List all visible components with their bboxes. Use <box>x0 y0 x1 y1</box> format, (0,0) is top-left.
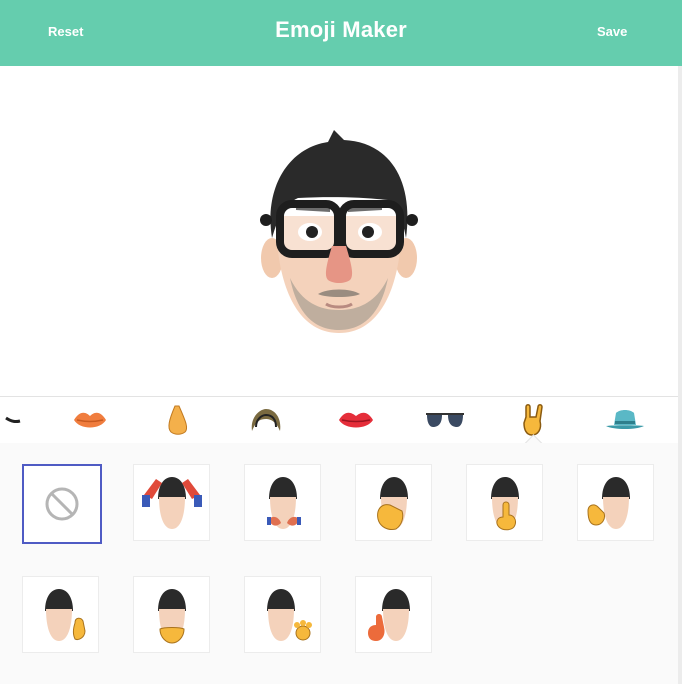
app-header: Reset Emoji Maker Save <box>0 0 682 66</box>
app-title: Emoji Maker <box>275 17 407 42</box>
option-chin-hand[interactable] <box>133 576 210 653</box>
option-wave-paw[interactable] <box>244 576 321 653</box>
option-facepalm[interactable] <box>355 464 432 541</box>
shush-finger-icon <box>491 477 519 531</box>
lips-icon <box>74 412 106 428</box>
category-lipstick[interactable] <box>332 397 380 443</box>
category-glasses[interactable] <box>420 397 470 443</box>
category-hats[interactable] <box>598 397 652 443</box>
option-finger-guns[interactable] <box>244 464 321 541</box>
facepalm-icon <box>377 477 408 530</box>
prohibited-icon <box>45 487 79 521</box>
category-nose[interactable] <box>154 397 202 443</box>
paw-hand-icon <box>267 589 312 641</box>
option-none[interactable] <box>22 464 102 544</box>
sunglasses-icon <box>426 413 464 427</box>
fedora-hat-icon <box>606 410 644 429</box>
nose-icon <box>168 405 188 435</box>
option-ok-hand[interactable] <box>577 464 654 541</box>
chin-hand-icon <box>158 589 186 644</box>
category-bar <box>0 396 678 444</box>
red-lips-icon <box>339 412 373 428</box>
option-shush-finger[interactable] <box>466 464 543 541</box>
thumbs-up-icon <box>368 589 410 641</box>
option-thumbs-up[interactable] <box>355 576 432 653</box>
ok-hand-icon <box>587 477 630 529</box>
category-hair[interactable] <box>242 397 290 443</box>
category-brows[interactable] <box>0 397 24 443</box>
eyebrow-icon <box>5 416 21 424</box>
scrollbar[interactable] <box>678 66 682 684</box>
rock-hand-icon <box>523 404 543 436</box>
avatar-face-preview <box>260 130 418 333</box>
option-hands-on-head[interactable] <box>133 464 210 541</box>
finger-guns-icon <box>267 477 301 529</box>
option-hand-on-cheek[interactable] <box>22 576 99 653</box>
category-mouth[interactable] <box>66 397 114 443</box>
emoji-preview <box>0 66 678 396</box>
hands-on-head-icon <box>142 477 202 529</box>
hair-icon <box>251 409 281 431</box>
hand-options-grid <box>0 443 678 684</box>
save-button[interactable]: Save <box>597 24 627 39</box>
hand-on-cheek-icon <box>45 589 86 641</box>
